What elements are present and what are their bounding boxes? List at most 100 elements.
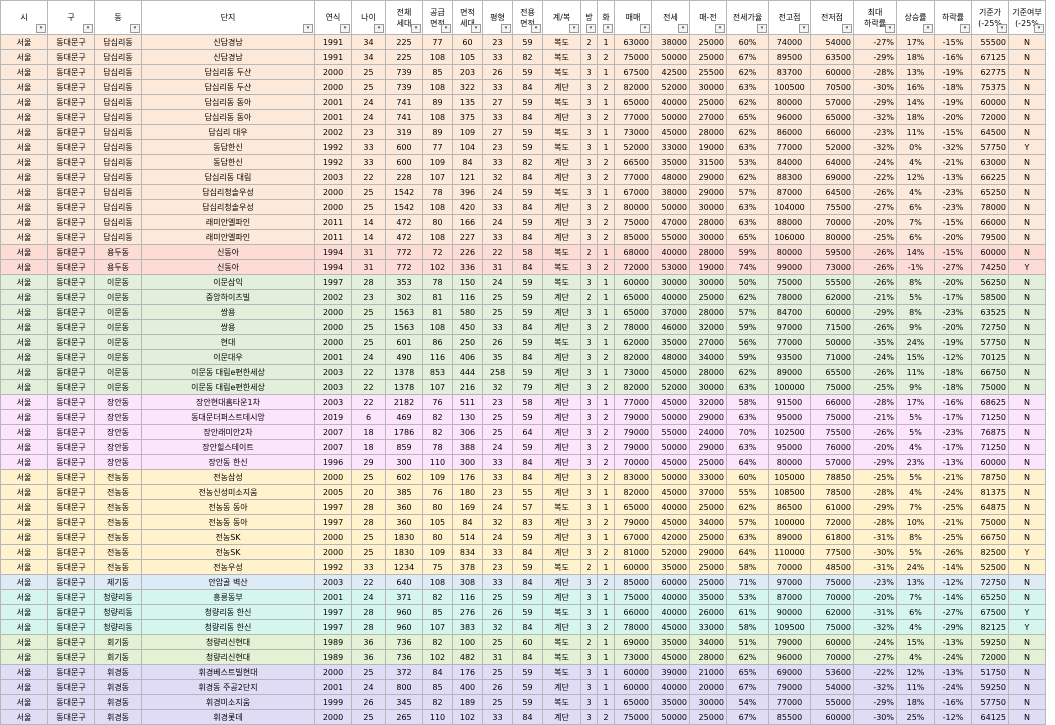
table-cell[interactable]: 2: [597, 259, 615, 275]
table-cell[interactable]: 25000: [689, 574, 727, 590]
table-cell[interactable]: 63%: [726, 79, 769, 95]
table-cell[interactable]: 89: [422, 94, 453, 110]
table-cell[interactable]: 3: [580, 394, 598, 410]
table-cell[interactable]: 전농동: [94, 469, 142, 485]
table-cell[interactable]: 25000: [689, 289, 727, 305]
table-cell[interactable]: 이문대우: [141, 349, 315, 365]
table-cell[interactable]: 108: [422, 574, 453, 590]
table-cell[interactable]: 61000: [810, 499, 854, 515]
table-cell[interactable]: 3: [580, 214, 598, 230]
table-cell[interactable]: 76: [422, 394, 453, 410]
table-cell[interactable]: 32: [482, 169, 513, 185]
table-cell[interactable]: 28: [351, 499, 386, 515]
table-cell[interactable]: 답십리동 두산: [141, 79, 315, 95]
table-cell[interactable]: 108: [422, 319, 453, 335]
table-cell[interactable]: 24%: [896, 334, 935, 350]
column-header[interactable]: 연식 ▾: [314, 0, 352, 35]
table-cell[interactable]: 960: [385, 604, 423, 620]
table-cell[interactable]: 30000: [689, 274, 727, 290]
column-header[interactable]: 상승률 ▾: [896, 0, 935, 35]
table-cell[interactable]: 62775: [971, 64, 1009, 80]
table-cell[interactable]: 63%: [726, 529, 769, 545]
table-cell[interactable]: 17%: [896, 34, 935, 50]
table-cell[interactable]: 302: [385, 289, 423, 305]
table-cell[interactable]: 32000: [689, 394, 727, 410]
table-cell[interactable]: 385: [385, 484, 423, 500]
table-cell[interactable]: 복도: [542, 559, 581, 575]
filter-dropdown-icon[interactable]: ▾: [715, 24, 725, 33]
table-cell[interactable]: 84: [512, 109, 543, 125]
table-cell[interactable]: 1997: [314, 274, 352, 290]
table-cell[interactable]: -32%: [853, 109, 897, 125]
table-cell[interactable]: 203: [452, 64, 483, 80]
table-cell[interactable]: 71500: [810, 319, 854, 335]
table-cell[interactable]: -29%: [853, 694, 897, 710]
table-cell[interactable]: 25000: [689, 94, 727, 110]
table-cell[interactable]: 3: [580, 154, 598, 170]
table-cell[interactable]: 25: [351, 529, 386, 545]
table-cell[interactable]: 100500: [768, 79, 811, 95]
table-cell[interactable]: 서울: [0, 649, 48, 665]
table-cell[interactable]: 22: [351, 574, 386, 590]
table-cell[interactable]: 56250: [971, 274, 1009, 290]
table-cell[interactable]: 24: [482, 274, 513, 290]
table-cell[interactable]: -31%: [853, 559, 897, 575]
table-cell[interactable]: 동대문구: [47, 604, 95, 620]
table-cell[interactable]: 28: [351, 619, 386, 635]
table-cell[interactable]: -12%: [934, 709, 972, 725]
table-cell[interactable]: Y: [1008, 259, 1046, 275]
table-cell[interactable]: 동대문구: [47, 49, 95, 65]
table-cell[interactable]: 동대문구: [47, 589, 95, 605]
table-cell[interactable]: 89500: [768, 49, 811, 65]
table-cell[interactable]: 장안힐스테이트: [141, 439, 315, 455]
table-cell[interactable]: N: [1008, 94, 1046, 110]
table-cell[interactable]: 1996: [314, 454, 352, 470]
table-cell[interactable]: 63%: [726, 439, 769, 455]
table-cell[interactable]: 68000: [614, 244, 652, 260]
table-cell[interactable]: 1: [597, 289, 615, 305]
table-cell[interactable]: 74%: [726, 259, 769, 275]
table-cell[interactable]: 2: [580, 244, 598, 260]
table-cell[interactable]: -26%: [853, 319, 897, 335]
table-cell[interactable]: 375: [452, 109, 483, 125]
table-cell[interactable]: -20%: [934, 319, 972, 335]
table-cell[interactable]: 33000: [651, 139, 690, 155]
table-cell[interactable]: 78850: [810, 469, 854, 485]
table-cell[interactable]: 8%: [896, 304, 935, 320]
table-cell[interactable]: 34: [351, 34, 386, 50]
table-cell[interactable]: 482: [452, 649, 483, 665]
table-cell[interactable]: 52000: [614, 139, 652, 155]
table-cell[interactable]: 110000: [768, 544, 811, 560]
table-cell[interactable]: 70000: [810, 589, 854, 605]
column-header[interactable]: 전체 세대 ▾: [385, 0, 423, 35]
table-cell[interactable]: 319: [385, 124, 423, 140]
table-cell[interactable]: 59: [512, 604, 543, 620]
table-cell[interactable]: 동대문구: [47, 304, 95, 320]
table-cell[interactable]: 40000: [651, 499, 690, 515]
filter-dropdown-icon[interactable]: ▾: [923, 24, 933, 33]
table-cell[interactable]: 85500: [768, 709, 811, 725]
table-cell[interactable]: 77000: [614, 394, 652, 410]
table-cell[interactable]: 복도: [542, 499, 581, 515]
table-cell[interactable]: 396: [452, 184, 483, 200]
table-cell[interactable]: 서울: [0, 364, 48, 380]
table-cell[interactable]: -30%: [853, 709, 897, 725]
table-cell[interactable]: 472: [385, 229, 423, 245]
table-cell[interactable]: 서울: [0, 709, 48, 725]
table-cell[interactable]: 84: [512, 349, 543, 365]
column-header[interactable]: 매-전 ▾: [689, 0, 727, 35]
table-cell[interactable]: 25: [351, 469, 386, 485]
table-cell[interactable]: N: [1008, 289, 1046, 305]
table-cell[interactable]: 50000: [651, 109, 690, 125]
table-cell[interactable]: N: [1008, 214, 1046, 230]
table-cell[interactable]: 신답경남: [141, 49, 315, 65]
table-cell[interactable]: 75000: [810, 379, 854, 395]
table-cell[interactable]: 25000: [689, 49, 727, 65]
table-cell[interactable]: 청량리동: [94, 619, 142, 635]
table-cell[interactable]: -23%: [934, 184, 972, 200]
table-cell[interactable]: 110: [422, 454, 453, 470]
table-cell[interactable]: 105: [422, 514, 453, 530]
table-cell[interactable]: 74000: [768, 34, 811, 50]
table-cell[interactable]: 동대문구: [47, 274, 95, 290]
table-cell[interactable]: 56%: [726, 334, 769, 350]
